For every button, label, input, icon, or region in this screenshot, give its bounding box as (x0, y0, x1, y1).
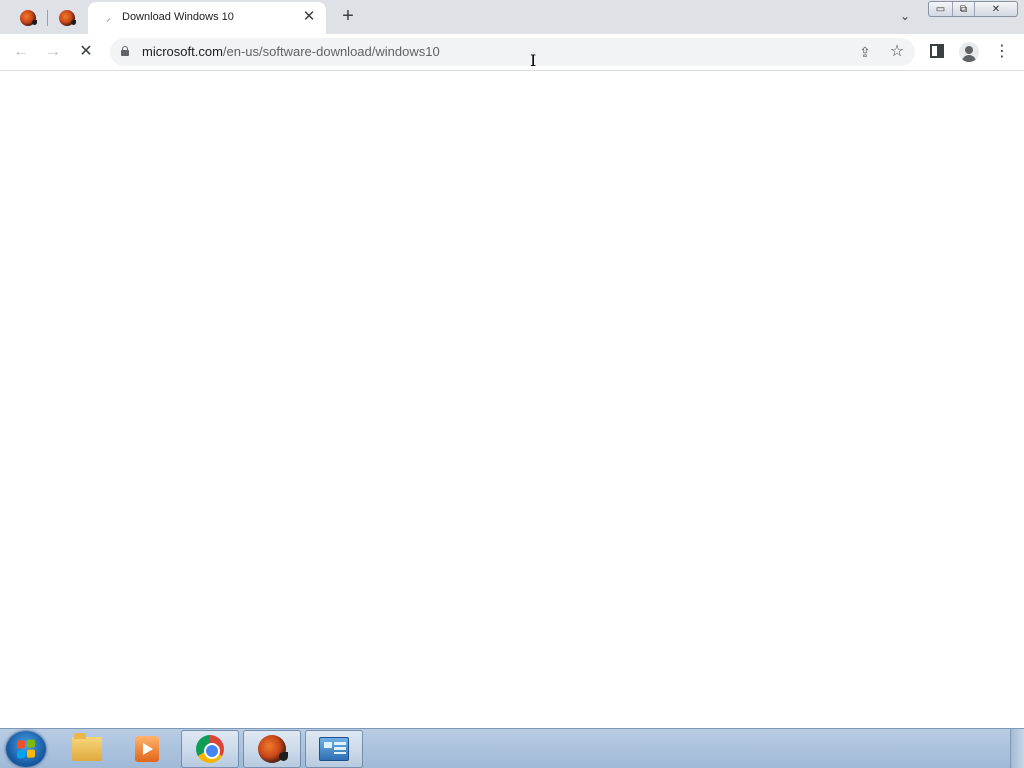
tab-search-chevron-icon[interactable]: ⌄ (895, 6, 915, 26)
tab-title: Download Windows 10 (122, 11, 234, 23)
profile-avatar-icon[interactable] (959, 42, 979, 62)
app-logo-icon (20, 10, 37, 26)
folder-icon (72, 733, 102, 761)
menu-kebab-icon[interactable]: ⋮ (992, 42, 1012, 62)
address-bar[interactable]: microsoft.com/en-us/software-download/wi… (110, 38, 915, 66)
browser-toolbar: ← → ✕ microsoft.com/en-us/software-downl… (0, 34, 1024, 71)
window-controls: ▭ ⧉ ✕ (928, 1, 1018, 17)
taskbar (0, 728, 1024, 768)
stop-loading-button[interactable]: ✕ (74, 40, 98, 64)
taskbar-control-panel[interactable] (305, 730, 363, 768)
pinned-tab-1[interactable] (10, 4, 46, 32)
side-panel-icon[interactable] (930, 44, 944, 58)
show-desktop-button[interactable] (1010, 729, 1024, 768)
share-icon[interactable]: ⇪ (856, 43, 874, 61)
page-content (0, 72, 1024, 728)
media-player-icon (135, 736, 159, 762)
back-button[interactable]: ← (9, 40, 33, 64)
restore-button[interactable]: ⧉ (953, 2, 975, 16)
app-logo-icon (258, 735, 288, 763)
taskbar-file-explorer[interactable] (58, 730, 116, 768)
tab-strip: ⸝ Download Windows 10 ✕ + ⌄ ▭ ⧉ ✕ (0, 0, 1024, 34)
minimize-button[interactable]: ▭ (929, 2, 953, 16)
taskbar-media-player[interactable] (118, 730, 176, 768)
url-host: microsoft.com (142, 44, 223, 59)
url-path: /en-us/software-download/windows10 (222, 44, 440, 59)
windows-logo-icon (17, 739, 35, 759)
loading-spinner-icon: ⸝ (106, 13, 111, 24)
app-logo-icon (59, 10, 76, 26)
text-cursor-icon: I (530, 51, 537, 70)
tab-separator (47, 10, 48, 26)
chrome-icon (196, 735, 224, 763)
browser-window: ⸝ Download Windows 10 ✕ + ⌄ ▭ ⧉ ✕ ← → ✕ … (0, 0, 1024, 728)
control-panel-icon (319, 737, 349, 761)
lock-icon[interactable] (121, 46, 129, 56)
url-text[interactable]: microsoft.com/en-us/software-download/wi… (142, 44, 440, 59)
new-tab-button[interactable]: + (337, 5, 359, 27)
taskbar-app[interactable] (243, 730, 301, 768)
bookmark-star-icon[interactable]: ☆ (888, 43, 906, 61)
tab-download-windows-10[interactable]: ⸝ Download Windows 10 ✕ (88, 2, 326, 34)
window-close-button[interactable]: ✕ (975, 2, 1017, 16)
taskbar-google-chrome[interactable] (181, 730, 239, 768)
start-button[interactable] (6, 731, 46, 767)
close-tab-icon[interactable]: ✕ (300, 8, 318, 26)
forward-button[interactable]: → (41, 40, 65, 64)
pinned-tab-2[interactable] (49, 4, 85, 32)
